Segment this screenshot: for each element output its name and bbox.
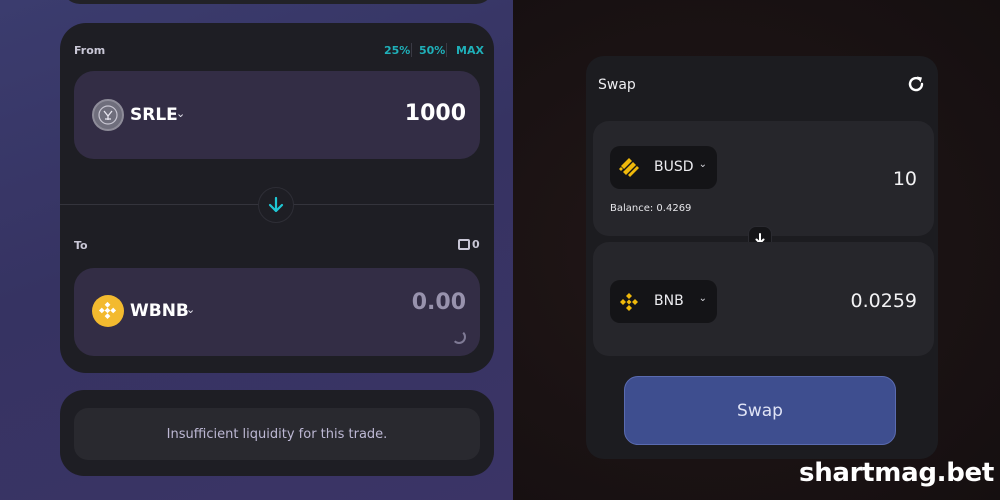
arrow-down-icon xyxy=(268,196,284,213)
from-token-panel: BUSD ⌄ Balance: 0.4269 10 xyxy=(593,121,934,236)
loading-spinner-icon xyxy=(452,330,466,344)
from-token-selector[interactable]: BUSD ⌄ xyxy=(610,146,717,189)
switch-direction-button[interactable] xyxy=(258,187,294,223)
percent-50-button[interactable]: 50% xyxy=(419,44,445,57)
from-amount-input[interactable]: 10 xyxy=(893,168,917,190)
max-button[interactable]: MAX xyxy=(456,44,484,57)
chevron-down-icon[interactable]: ⌄ xyxy=(186,303,195,316)
swap-form-card: From 25% 50% MAX SRLE ⌄ 1000 To 0 WBNB ⌄… xyxy=(60,23,494,373)
from-token-symbol: BUSD xyxy=(654,159,694,175)
divider xyxy=(411,43,412,57)
bnb-icon xyxy=(620,293,638,311)
to-token-panel: BNB ⌄ 0.0259 xyxy=(593,242,934,356)
wallet-balance: 0 xyxy=(472,238,480,251)
to-token-selector[interactable]: BNB ⌄ xyxy=(610,280,717,323)
wallet-icon xyxy=(458,239,470,250)
from-token-box[interactable]: SRLE ⌄ 1000 xyxy=(74,71,480,159)
chevron-down-icon: ⌄ xyxy=(698,293,707,304)
right-swap-card: Swap BUSD ⌄ Balance: 0.4269 10 BNB ⌄ 0.0… xyxy=(586,56,938,459)
from-token-symbol: SRLE xyxy=(130,105,178,125)
to-token-symbol: BNB xyxy=(654,293,684,309)
to-amount-output: 0.0259 xyxy=(850,290,917,312)
from-balance: Balance: 0.4269 xyxy=(610,203,692,214)
status-card: Insufficient liquidity for this trade. xyxy=(60,390,494,476)
chevron-down-icon[interactable]: ⌄ xyxy=(176,107,185,120)
percent-25-button[interactable]: 25% xyxy=(384,44,410,57)
previous-card-edge xyxy=(62,0,494,4)
to-label: To xyxy=(74,239,88,252)
to-amount-output: 0.00 xyxy=(411,290,466,315)
chevron-down-icon: ⌄ xyxy=(698,159,707,170)
divider xyxy=(446,43,447,57)
busd-icon xyxy=(619,158,639,177)
to-token-box[interactable]: WBNB ⌄ 0.00 xyxy=(74,268,480,356)
from-amount-input[interactable]: 1000 xyxy=(405,101,466,126)
srle-token-icon xyxy=(92,99,124,131)
left-swap-panel: From 25% 50% MAX SRLE ⌄ 1000 To 0 WBNB ⌄… xyxy=(0,0,513,500)
wbnb-token-icon xyxy=(92,295,124,327)
to-token-symbol: WBNB xyxy=(130,301,189,321)
from-label: From xyxy=(74,44,106,57)
swap-title: Swap xyxy=(598,77,636,93)
swap-button[interactable]: Swap xyxy=(624,376,896,445)
refresh-icon[interactable] xyxy=(906,74,926,94)
watermark-text: shartmag.bet xyxy=(799,458,994,488)
liquidity-warning: Insufficient liquidity for this trade. xyxy=(74,408,480,460)
